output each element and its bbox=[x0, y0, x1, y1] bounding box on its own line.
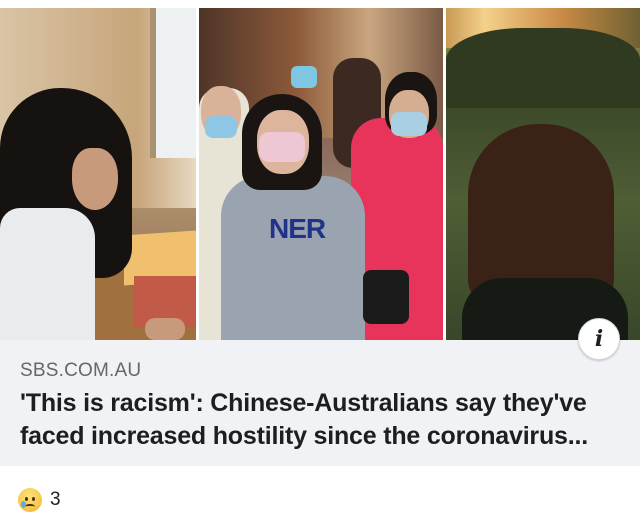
link-post-card[interactable]: NER i SBS.COM.AU 'This is racism': Chine… bbox=[0, 0, 640, 521]
preview-image-collage[interactable]: NER bbox=[0, 8, 640, 340]
link-domain: SBS.COM.AU bbox=[20, 360, 142, 381]
link-preview[interactable]: SBS.COM.AU 'This is racism': Chinese-Aus… bbox=[0, 340, 640, 466]
photo-girl-writing bbox=[0, 8, 196, 340]
info-icon: i bbox=[594, 326, 604, 352]
photo-masked-pedestrians: NER bbox=[199, 8, 443, 340]
link-title[interactable]: 'This is racism': Chinese-Australians sa… bbox=[20, 387, 625, 453]
reaction-count: 3 bbox=[50, 489, 61, 510]
sad-reaction-icon bbox=[18, 488, 42, 512]
sweater-lettering: NER bbox=[269, 213, 326, 244]
info-button[interactable]: i bbox=[578, 318, 620, 360]
photo-woman-from-behind bbox=[446, 8, 640, 340]
reaction-summary[interactable]: 3 bbox=[18, 486, 61, 514]
